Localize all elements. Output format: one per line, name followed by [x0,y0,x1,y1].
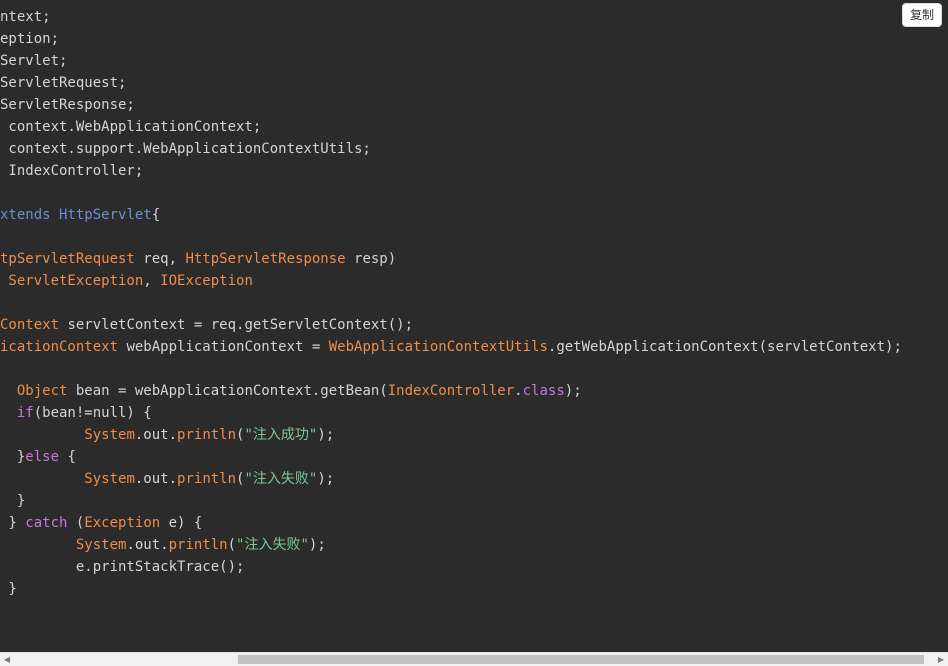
code-token: req, [134,251,186,267]
code-line: eption; [0,28,902,50]
code-token: catch [25,515,68,531]
code-token: .out. [126,537,169,553]
code-token: println [168,537,228,553]
code-token: ); [317,427,335,443]
code-token: e.printStackTrace(); [0,559,245,575]
code-block: ntext; eption; Servlet; ServletRequest; Serv… [0,6,902,600]
code-token: ); [317,471,335,487]
code-token: ServletResponse; [0,97,135,113]
code-token: } [0,449,26,465]
code-token: .out. [134,471,178,487]
code-line: ServletResponse; [0,94,902,116]
code-token: ServletException [0,273,144,289]
code-token: .out. [134,427,178,443]
code-token: HttpServletResponse [185,251,346,267]
scroll-left-arrow-icon[interactable]: ◀ [0,653,14,666]
code-token: bean = webApplicationContext.getBean( [67,383,388,399]
code-token: ntext; [0,9,51,25]
code-token: "注入失败" [236,537,309,553]
code-token: if [16,405,34,421]
code-token: ); [308,537,326,553]
code-line: tpServletRequest req, HttpServletRespons… [0,248,902,270]
code-token: } [0,581,17,597]
code-token: webApplicationContext = [118,339,329,355]
code-token: ); [564,383,582,399]
code-line: } [0,490,902,512]
code-line: System.out.println("注入失败"); [0,534,902,556]
code-line: IndexController; [0,160,902,182]
code-token: ServletRequest; [0,75,127,91]
code-token: context.WebApplicationContext; [0,119,262,135]
code-token: tpServletRequest [0,251,135,267]
code-token: context.support.WebApplicationContextUti… [0,141,371,157]
code-panel: ntext; eption; Servlet; ServletRequest; Serv… [0,0,948,652]
code-line: } catch (Exception e) { [0,512,902,534]
code-token: IOException [160,273,253,289]
code-token: } [0,493,26,509]
code-line: if(bean!=null) { [0,402,902,424]
code-token: , [143,273,161,289]
code-line: System.out.println("注入成功"); [0,424,902,446]
code-token: icationContext [0,339,119,355]
code-token: else [25,449,60,465]
code-token: System [75,537,127,553]
code-line: Object bean = webApplicationContext.getB… [0,380,902,402]
code-token: println [177,471,237,487]
code-token: .getWebApplicationContext(servletContext… [547,339,902,355]
code-token: HttpServlet [59,207,152,223]
code-token: eption; [0,31,60,47]
code-token: { [151,207,161,223]
code-token: "注入成功" [244,427,318,443]
code-line: Servlet; [0,50,902,72]
code-token: servletContext = req.getServletContext()… [59,317,414,333]
code-token: resp) [345,251,397,267]
code-line: System.out.println("注入失败"); [0,468,902,490]
code-token: Context [0,317,60,333]
code-token: Servlet; [0,53,68,69]
code-line: context.support.WebApplicationContextUti… [0,138,902,160]
code-token: System [84,471,135,487]
code-token: (bean!=null) { [33,405,152,421]
copy-button[interactable]: 复制 [902,3,942,27]
code-line: e.printStackTrace(); [0,556,902,578]
code-token: "注入失败" [244,471,318,487]
code-token: class [522,383,565,399]
code-line: } [0,578,902,600]
code-token: IndexController; [0,163,144,179]
code-line: }else { [0,446,902,468]
scroll-right-arrow-icon[interactable]: ▶ [934,653,948,666]
code-line: icationContext webApplicationContext = W… [0,336,902,358]
code-token: . [514,383,523,399]
code-line: xtends HttpServlet{ [0,204,902,226]
code-token: xtends [0,207,60,223]
horizontal-scrollbar[interactable]: ◀ ▶ [0,652,948,666]
code-line: ntext; [0,6,902,28]
code-token: } [0,515,26,531]
code-token: { [59,449,76,465]
code-line: ServletRequest; [0,72,902,94]
code-token: Exception [84,515,161,531]
code-token: Object [16,383,68,399]
code-token: System [84,427,135,443]
scroll-thumb[interactable] [238,655,924,664]
code-line: ServletException, IOException [0,270,902,292]
code-token: IndexController [387,383,515,399]
code-token: e) { [160,515,203,531]
code-line: Context servletContext = req.getServletC… [0,314,902,336]
code-token: ( [67,515,85,531]
code-line: context.WebApplicationContext; [0,116,902,138]
code-token: println [177,427,237,443]
code-token: WebApplicationContextUtils [328,339,548,355]
code-token: ( [227,537,237,553]
